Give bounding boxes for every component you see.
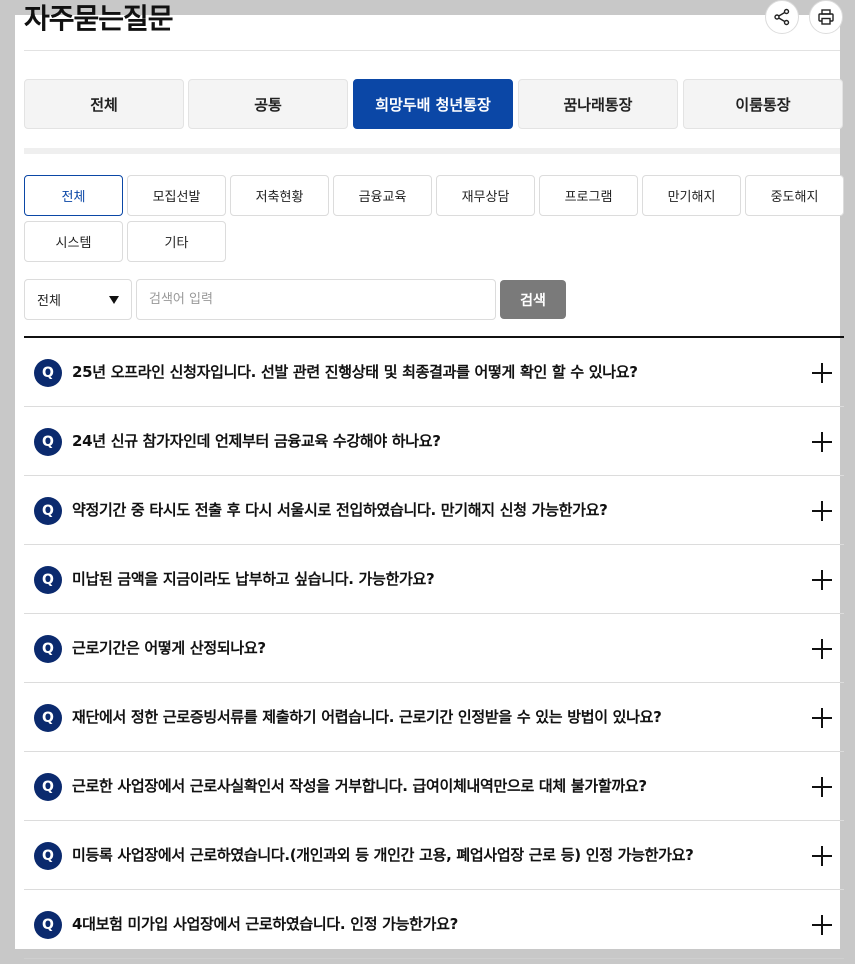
faq-item[interactable]: Q 4대보험 미가입 사업장에서 근로하였습니다. 인정 가능한가요?	[24, 890, 844, 959]
title-divider	[24, 50, 840, 51]
print-icon	[818, 9, 834, 25]
plus-icon[interactable]	[812, 570, 832, 590]
faq-item[interactable]: Q 25년 오프라인 신청자입니다. 선발 관련 진행상태 및 최종결과를 어떻…	[24, 338, 844, 407]
share-icon	[774, 8, 790, 26]
question-badge: Q	[34, 566, 62, 594]
faq-item[interactable]: Q 근로한 사업장에서 근로사실확인서 작성을 거부합니다. 급여이체내역만으로…	[24, 752, 844, 821]
question-badge: Q	[34, 635, 62, 663]
search-input[interactable]	[136, 279, 496, 320]
question-badge: Q	[34, 911, 62, 939]
question-badge: Q	[34, 497, 62, 525]
category-all[interactable]: 전체	[24, 175, 123, 216]
category-savings-status[interactable]: 저축현황	[230, 175, 329, 216]
faq-item[interactable]: Q 약정기간 중 타시도 전출 후 다시 서울시로 전입하였습니다. 만기해지 …	[24, 476, 844, 545]
faq-question: 근로한 사업장에서 근로사실확인서 작성을 거부합니다. 급여이체내역만으로 대…	[72, 777, 647, 795]
category-financial-education[interactable]: 금융교육	[333, 175, 432, 216]
plus-icon[interactable]	[812, 639, 832, 659]
faq-question: 4대보험 미가입 사업장에서 근로하였습니다. 인정 가능한가요?	[72, 915, 459, 933]
tab-hope-double-youth[interactable]: 희망두배 청년통장	[353, 79, 513, 129]
category-maturity[interactable]: 만기해지	[642, 175, 741, 216]
section-divider	[24, 148, 840, 154]
caret-down-icon	[109, 296, 119, 304]
faq-question: 약정기간 중 타시도 전출 후 다시 서울시로 전입하였습니다. 만기해지 신청…	[72, 501, 608, 519]
tab-common[interactable]: 공통	[188, 79, 348, 129]
category-program[interactable]: 프로그램	[539, 175, 638, 216]
faq-question: 24년 신규 참가자인데 언제부터 금융교육 수강해야 하나요?	[72, 432, 441, 450]
category-early-termination[interactable]: 중도해지	[745, 175, 844, 216]
search-button[interactable]: 검색	[500, 280, 566, 319]
page-bottom-divider	[24, 958, 844, 959]
faq-question: 재단에서 정한 근로증빙서류를 제출하기 어렵습니다. 근로기간 인정받을 수 …	[72, 708, 662, 726]
plus-icon[interactable]	[812, 777, 832, 797]
question-badge: Q	[34, 704, 62, 732]
faq-item[interactable]: Q 재단에서 정한 근로증빙서류를 제출하기 어렵습니다. 근로기간 인정받을 …	[24, 683, 844, 752]
question-badge: Q	[34, 359, 62, 387]
service-tabs: 전체 공통 희망두배 청년통장 꿈나래통장 이룸통장	[24, 79, 844, 129]
search-scope-value: 전체	[37, 294, 61, 309]
plus-icon[interactable]	[812, 846, 832, 866]
tab-all[interactable]: 전체	[24, 79, 184, 129]
question-badge: Q	[34, 428, 62, 456]
faq-item[interactable]: Q 24년 신규 참가자인데 언제부터 금융교육 수강해야 하나요?	[24, 407, 844, 476]
question-badge: Q	[34, 842, 62, 870]
category-financial-counseling[interactable]: 재무상담	[436, 175, 535, 216]
plus-icon[interactable]	[812, 501, 832, 521]
plus-icon[interactable]	[812, 708, 832, 728]
category-recruitment[interactable]: 모집선발	[127, 175, 226, 216]
print-button[interactable]	[809, 0, 843, 34]
plus-icon[interactable]	[812, 432, 832, 452]
search-scope-select[interactable]: 전체	[24, 279, 132, 320]
page-title: 자주묻는질문	[24, 2, 174, 35]
faq-question: 미납된 금액을 지금이라도 납부하고 싶습니다. 가능한가요?	[72, 570, 435, 588]
category-system[interactable]: 시스템	[24, 221, 123, 262]
faq-item[interactable]: Q 미등록 사업장에서 근로하였습니다.(개인과외 등 개인간 고용, 폐업사업…	[24, 821, 844, 890]
tab-dream-wing[interactable]: 꿈나래통장	[518, 79, 678, 129]
category-etc[interactable]: 기타	[127, 221, 226, 262]
question-badge: Q	[34, 773, 62, 801]
faq-question: 근로기간은 어떻게 산정되나요?	[72, 639, 266, 657]
faq-question: 25년 오프라인 신청자입니다. 선발 관련 진행상태 및 최종결과를 어떻게 …	[72, 363, 638, 381]
plus-icon[interactable]	[812, 363, 832, 383]
share-button[interactable]	[765, 0, 799, 34]
faq-question: 미등록 사업장에서 근로하였습니다.(개인과외 등 개인간 고용, 폐업사업장 …	[72, 846, 694, 864]
faq-item[interactable]: Q 근로기간은 어떻게 산정되나요?	[24, 614, 844, 683]
faq-item[interactable]: Q 미납된 금액을 지금이라도 납부하고 싶습니다. 가능한가요?	[24, 545, 844, 614]
plus-icon[interactable]	[812, 915, 832, 935]
tab-irum[interactable]: 이룸통장	[683, 79, 843, 129]
